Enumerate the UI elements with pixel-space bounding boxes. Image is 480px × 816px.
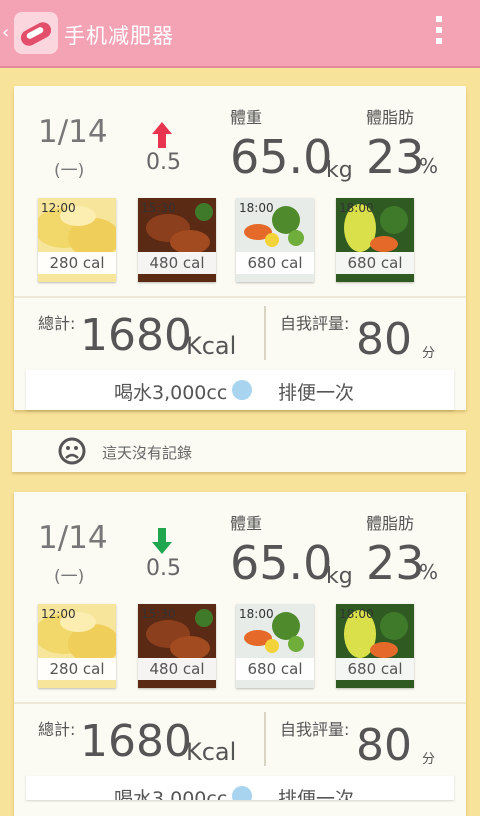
weight-label: 體重 [230,108,263,127]
vertical-divider [264,306,266,360]
water-intake-text: 喝水3,000cc [114,382,228,404]
entry-weekday: (一) [54,161,85,181]
meal-time: 12:00 [41,201,76,215]
body-fat-value: 23 [366,130,425,184]
meal-thumbnail[interactable]: 15:30 480 cal [138,198,216,282]
divider [14,702,466,704]
body-fat-unit: % [419,154,439,178]
bowel-movement-text: 排便一次 [278,788,355,800]
entry-date: 1/14 [38,114,108,150]
sad-face-icon [58,437,86,465]
self-score-unit: 分 [422,346,436,361]
daily-notes-strip[interactable]: 喝水3,000cc 排便一次 [26,370,454,410]
meal-time: 18:00 [239,607,274,621]
overflow-menu-icon[interactable] [436,16,442,50]
app-title: 手机减肥器 [64,24,174,48]
meal-calories: 680 cal [336,252,414,274]
meal-time: 12:00 [41,607,76,621]
entry-date: 1/14 [38,520,108,556]
bowel-movement-text: 排便一次 [278,382,355,404]
total-label: 總計: [38,314,76,333]
total-calories-unit: Kcal [186,738,237,766]
day-entry-card[interactable]: 1/14 (一) 0.5 體重 體脂肪 65.0 kg 23 % 12:00 2… [14,492,466,816]
body-fat-label: 體脂肪 [366,108,415,127]
empty-day-card[interactable]: 這天沒有記錄 [12,430,466,472]
meal-thumbnail[interactable]: 18:00 680 cal [236,604,314,688]
meal-calories: 480 cal [138,658,216,680]
meal-calories: 680 cal [236,658,314,680]
total-calories-value: 1680 [80,716,192,767]
meal-calories: 480 cal [138,252,216,274]
app-bar: ‹ 手机减肥器 [0,0,480,68]
total-calories-unit: Kcal [186,332,237,360]
weight-change: 0.5 [146,556,181,581]
meal-thumbnail[interactable]: 18:00 680 cal [336,604,414,688]
body-fat-value: 23 [366,536,425,590]
self-score-value: 80 [356,314,412,365]
weight-change: 0.5 [146,150,181,175]
day-entry-card[interactable]: 1/14 (一) 0.5 體重 體脂肪 65.0 kg 23 % 12:00 2… [14,86,466,410]
meal-thumbnail[interactable]: 18:00 680 cal [336,198,414,282]
daily-notes-strip[interactable]: 喝水3,000cc 排便一次 [26,776,454,800]
self-score-label: 自我評量: [280,720,350,739]
vertical-divider [264,712,266,766]
meal-time: 18:00 [339,607,374,621]
self-score-value: 80 [356,720,412,771]
weight-value: 65.0 [230,130,333,184]
total-calories-value: 1680 [80,310,192,361]
meal-time: 15:30 [141,607,176,621]
meal-time: 18:00 [339,201,374,215]
smiley-drop-icon [232,380,252,400]
total-label: 總計: [38,720,76,739]
self-score-label: 自我評量: [280,314,350,333]
meal-thumbnail[interactable]: 12:00 280 cal [38,198,116,282]
self-score-unit: 分 [422,752,436,767]
divider [14,296,466,298]
water-intake-text: 喝水3,000cc [114,788,228,800]
meal-thumbnail[interactable]: 18:00 680 cal [236,198,314,282]
weight-unit: kg [326,158,353,183]
body-fat-label: 體脂肪 [366,514,415,533]
weight-label: 體重 [230,514,263,533]
weight-value: 65.0 [230,536,333,590]
meal-calories: 280 cal [38,252,116,274]
app-logo-icon[interactable] [14,12,58,54]
meal-calories: 680 cal [236,252,314,274]
body-fat-unit: % [419,560,439,584]
smiley-drop-icon [232,786,252,800]
weight-up-arrow-icon [152,122,172,148]
weight-unit: kg [326,564,353,589]
meal-time: 18:00 [239,201,274,215]
meal-calories: 680 cal [336,658,414,680]
weight-down-arrow-icon [152,528,172,554]
back-chevron-icon[interactable]: ‹ [2,22,9,43]
meal-calories: 280 cal [38,658,116,680]
no-record-text: 這天沒有記錄 [102,444,193,462]
meal-time: 15:30 [141,201,176,215]
entry-weekday: (一) [54,567,85,587]
meal-thumbnail[interactable]: 12:00 280 cal [38,604,116,688]
meal-thumbnail[interactable]: 15:30 480 cal [138,604,216,688]
